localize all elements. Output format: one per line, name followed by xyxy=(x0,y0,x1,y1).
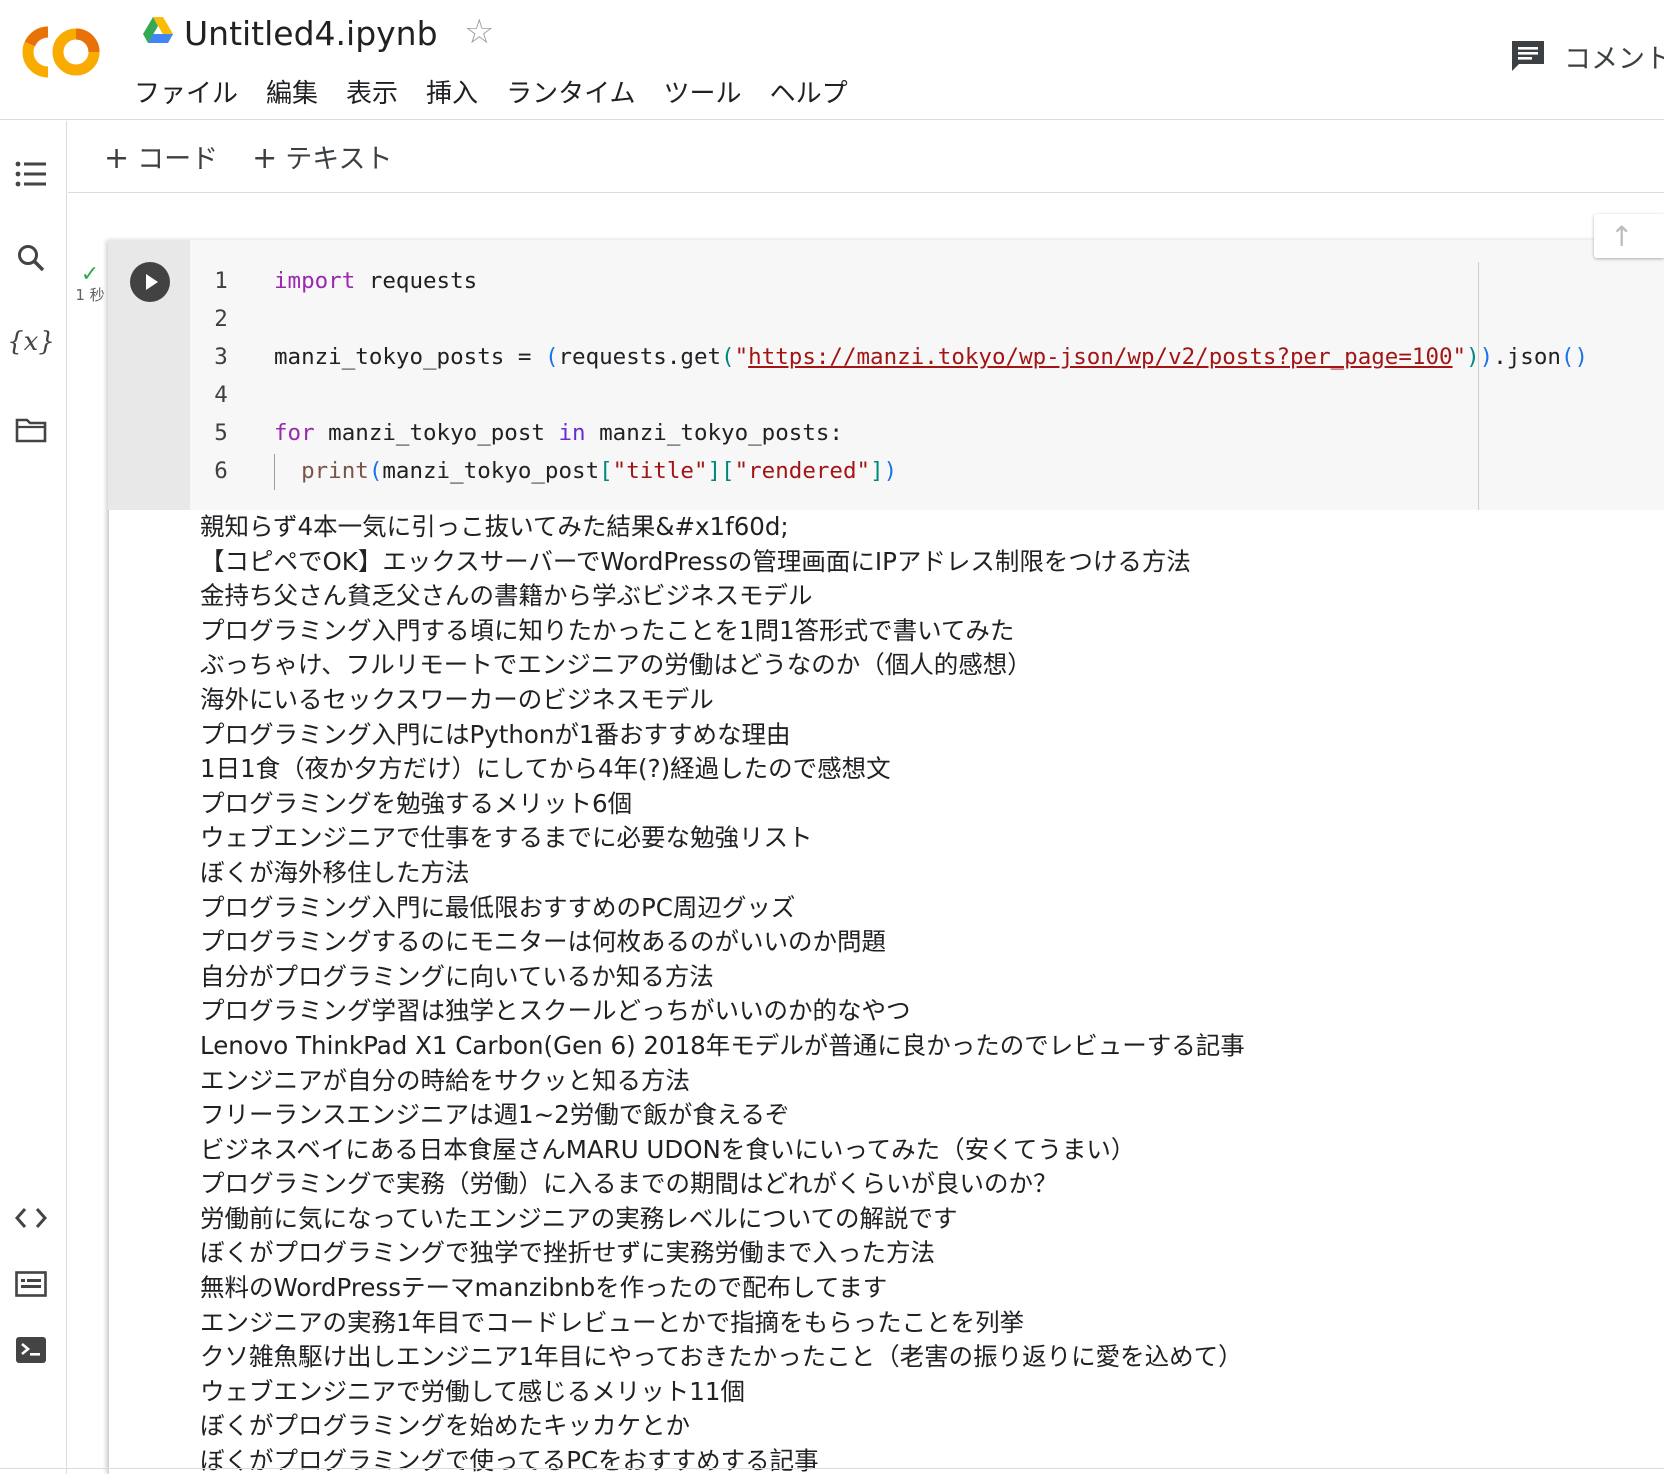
command-palette-icon[interactable] xyxy=(14,1267,48,1301)
menu-insert[interactable]: 挿入 xyxy=(412,72,492,116)
execution-time: 1 秒 xyxy=(75,286,105,304)
output-line: 1日1食（夜か夕方だけ）にしてから4年(?)経過したので感想文 xyxy=(200,754,891,784)
code-text: print(manzi_tokyo_post["title"]["rendere… xyxy=(301,458,898,484)
menu-help[interactable]: ヘルプ xyxy=(756,72,862,116)
code-text: for manzi_tokyo_post in manzi_tokyo_post… xyxy=(274,420,843,446)
variables-icon[interactable]: {x} xyxy=(7,325,55,359)
add-code-button[interactable]: + コード xyxy=(104,137,218,176)
output-line: Lenovo ThinkPad X1 Carbon(Gen 6) 2018年モデ… xyxy=(200,1030,1245,1060)
move-cell-up-icon[interactable]: ↑ xyxy=(1610,220,1633,253)
output-line: プログラミングするのにモニターは何枚あるのがいいのか問題 xyxy=(200,927,886,957)
menu-runtime[interactable]: ランタイム xyxy=(492,72,649,116)
output-line: クソ雑魚駆け出しエンジニア1年目にやっておきたかったこと（老害の振り返りに愛を込… xyxy=(200,1342,1243,1372)
run-cell-button[interactable] xyxy=(130,262,170,302)
code-editor[interactable]: 1 import requests 2 3 manzi_tokyo_posts … xyxy=(190,240,1664,510)
output-line: 金持ち父さん貧乏父さんの書籍から学ぶビジネスモデル xyxy=(200,581,813,611)
notebook-toolbar: + コード + テキスト xyxy=(68,121,1664,193)
code-text: import requests xyxy=(274,268,478,294)
output-line: ぼくが海外移住した方法 xyxy=(200,857,470,887)
output-line: 親知らず4本一気に引っこ抜いてみた結果&#x1f60d; xyxy=(200,512,789,541)
menu-edit[interactable]: 編集 xyxy=(252,72,332,116)
output-line: エンジニアが自分の時給をサクッと知る方法 xyxy=(200,1065,690,1095)
line-number: 6 xyxy=(214,458,228,484)
line-number: 3 xyxy=(214,344,228,370)
output-line: プログラミング入門にはPythonが1番おすすめな理由 xyxy=(200,719,791,749)
output-line: プログラミング学習は独学とスクールどっちがいいのか的なやつ xyxy=(200,996,911,1026)
output-line: ぶっちゃけ、フルリモートでエンジニアの労働はどうなのか（個人的感想） xyxy=(200,650,1032,680)
line-number: 4 xyxy=(214,382,228,408)
output-line: プログラミングで実務（労働）に入るまでの期間はどれがくらいが良いのか？ xyxy=(200,1169,1058,1199)
menu-bar: ファイル 編集 表示 挿入 ランタイム ツール ヘルプ xyxy=(120,72,862,116)
colab-logo[interactable] xyxy=(18,20,102,84)
comment-icon xyxy=(1512,41,1544,71)
menu-tools[interactable]: ツール xyxy=(650,72,756,116)
output-line: ウェブエンジニアで仕事をするまでに必要な勉強リスト xyxy=(200,823,813,853)
comment-label: コメント xyxy=(1564,43,1664,75)
cell-toolbar: ↑ xyxy=(1594,214,1664,258)
output-line: ぼくがプログラミングを始めたキッカケとか xyxy=(200,1411,690,1441)
execution-status: ✓ 1 秒 xyxy=(70,262,110,305)
line-number: 5 xyxy=(214,420,228,446)
toc-icon[interactable] xyxy=(14,157,48,191)
line-number: 1 xyxy=(214,268,228,294)
menu-view[interactable]: 表示 xyxy=(332,72,412,116)
star-outline-icon[interactable]: ☆ xyxy=(464,10,494,54)
cell-output: 親知らず4本一気に引っこ抜いてみた結果&#x1f60d; 【コピペでOK】エックス… xyxy=(200,510,1664,1474)
folder-icon[interactable] xyxy=(14,413,48,447)
output-line: プログラミング入門する頃に知りたかったことを1問1答形式で書いてみた xyxy=(200,615,1015,645)
menu-file[interactable]: ファイル xyxy=(120,72,252,116)
output-line: 労働前に気になっていたエンジニアの実務レベルについての解説です xyxy=(200,1203,958,1233)
output-line: ぼくがプログラミングで独学で挫折せずに実務労働まで入った方法 xyxy=(200,1238,935,1268)
output-line: エンジニアの実務1年目でコードレビューとかで指摘をもらったことを列挙 xyxy=(200,1307,1025,1337)
output-line: フリーランスエンジニアは週1~2労働で飯が食えるぞ xyxy=(200,1100,790,1130)
cell-gutter xyxy=(108,240,190,510)
code-text: manzi_tokyo_posts = (requests.get("https… xyxy=(274,344,1589,370)
header: Untitled4.ipynb ☆ ファイル 編集 表示 挿入 ランタイム ツー… xyxy=(0,0,1664,120)
plus-icon: + xyxy=(252,141,278,176)
output-line: 海外にいるセックスワーカーのビジネスモデル xyxy=(200,684,714,714)
output-line: ぼくがプログラミングで使ってるPCをおすすめする記事 xyxy=(200,1446,819,1474)
output-line: 自分がプログラミングに向いているか知る方法 xyxy=(200,961,714,991)
search-icon[interactable] xyxy=(14,241,48,275)
plus-icon: + xyxy=(104,141,130,176)
check-icon: ✓ xyxy=(80,262,100,287)
output-line: ビジネスベイにある日本食屋さんMARU UDONを食いにいってみた（安くてうまい… xyxy=(200,1134,1136,1164)
add-text-button[interactable]: + テキスト xyxy=(252,137,392,176)
output-line: ウェブエンジニアで労働して感じるメリット11個 xyxy=(200,1376,745,1406)
left-sidebar: {x} xyxy=(0,121,67,1474)
code-snippets-icon[interactable] xyxy=(14,1201,48,1235)
output-line: プログラミングを勉強するメリット6個 xyxy=(200,788,633,818)
output-line: プログラミング入門に最低限おすすめのPC周辺グッズ xyxy=(200,892,796,922)
output-line: 無料のWordPressテーマmanzibnbを作ったので配布してます xyxy=(200,1273,888,1303)
google-drive-icon xyxy=(143,17,173,43)
line-number: 2 xyxy=(214,306,228,332)
notebook-title[interactable]: Untitled4.ipynb xyxy=(184,12,438,56)
output-line: 【コピペでOK】エックスサーバーでWordPressの管理画面にIPアドレス制限… xyxy=(200,546,1191,576)
comment-button[interactable]: コメント xyxy=(1510,34,1664,78)
terminal-icon[interactable] xyxy=(14,1333,48,1367)
